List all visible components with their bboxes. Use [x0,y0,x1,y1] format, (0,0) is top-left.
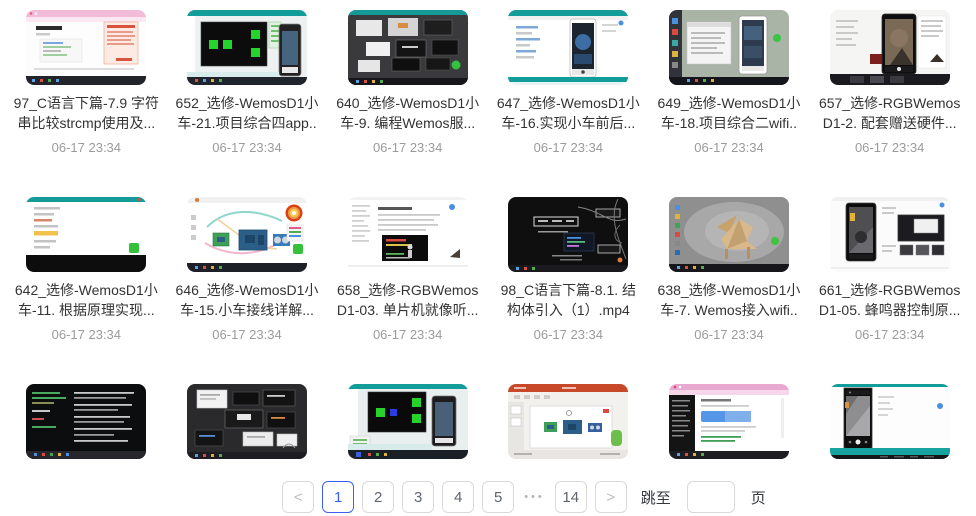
page-button-5[interactable]: 5 [482,481,514,513]
thumbnail-graphic-origami-desktop [669,197,789,272]
jump-page-input[interactable] [687,481,735,513]
video-card: 652_选修-WemosD1小 车-21.项目综合四app.. 06-17 23… [167,10,328,155]
thumbnail-graphic-ide-green-squares [187,10,307,85]
thumbnail-graphic-wiring-diagram [187,197,307,272]
pagination-bar: < 1 2 3 4 5 ••• 14 > 跳至 页 [0,481,976,513]
video-card: 97_C语言下篇-7.9 字符 串比较strcmp使用及... 06-17 23… [6,10,167,155]
video-title[interactable]: 98_C语言下篇-8.1. 结 构体引入（1）.mp4 [489,280,647,320]
video-title[interactable]: 640_选修-WemosD1小 车-9. 编程Wemos服... [329,93,487,133]
video-row-3 [0,384,976,459]
video-card [488,384,649,459]
video-thumbnail[interactable] [669,197,789,272]
video-date: 06-17 23:34 [52,327,121,342]
video-thumbnail[interactable] [348,10,468,85]
video-thumbnail[interactable] [830,384,950,459]
video-card: 657_选修-RGBWemos D1-2. 配套赠送硬件... 06-17 23… [809,10,970,155]
video-date: 06-17 23:34 [694,140,763,155]
thumbnail-graphic-doc-code-panel [348,197,468,272]
page-unit-label: 页 [751,487,766,508]
video-date: 06-17 23:34 [534,327,603,342]
video-date: 06-17 23:34 [373,140,442,155]
thumbnail-graphic-ide-green-blue-squares [348,384,468,459]
video-date: 06-17 23:34 [534,140,603,155]
video-thumbnail[interactable] [348,197,468,272]
video-date: 06-17 23:34 [373,327,442,342]
video-card: 649_选修-WemosD1小 车-18.项目综合二wifi.. 06-17 2… [649,10,810,155]
video-title[interactable]: 646_选修-WemosD1小 车-15.小车接线详解... [168,280,326,320]
video-card: 647_选修-WemosD1小 车-16.实现小车前后... 06-17 23:… [488,10,649,155]
video-title[interactable]: 642_选修-WemosD1小 车-11. 根据原理实现... [7,280,165,320]
video-date: 06-17 23:34 [52,140,121,155]
video-title[interactable]: 647_选修-WemosD1小 车-16.实现小车前后... [489,93,647,133]
video-card: 658_选修-RGBWemos D1-03. 单片机就像听... 06-17 2… [327,197,488,342]
video-thumbnail[interactable] [187,384,307,459]
video-date: 06-17 23:34 [212,327,281,342]
video-thumbnail[interactable] [187,10,307,85]
video-card [649,384,810,459]
thumbnail-graphic-dark-windows [348,10,468,85]
video-card: 661_选修-RGBWemos D1-05. 蜂鸣器控制原... 06-17 2… [809,197,970,342]
video-date: 06-17 23:34 [855,327,924,342]
page-button-4[interactable]: 4 [442,481,474,513]
chevron-left-icon: < [294,489,303,506]
video-card [327,384,488,459]
video-date: 06-17 23:34 [855,140,924,155]
thumbnail-graphic-terminal [26,384,146,459]
thumbnail-graphic-pink-browser-code [669,384,789,459]
prev-page-button[interactable]: < [282,481,314,513]
thumbnail-graphic-powerpoint-slide [508,384,628,459]
thumbnail-graphic-dark-multiwindow [187,384,307,459]
thumbnail-graphic-phone-doc-panel [830,197,950,272]
video-thumbnail[interactable] [669,10,789,85]
thumbnail-graphic-ide-phone [508,10,628,85]
pagination: < 1 2 3 4 5 ••• 14 > 跳至 页 [282,481,766,513]
video-row-2: 642_选修-WemosD1小 车-11. 根据原理实现... 06-17 23… [0,197,976,342]
video-card: 638_选修-WemosD1小 车-7. Wemos接入wifi.. 06-17… [649,197,810,342]
video-thumbnail[interactable] [187,197,307,272]
video-thumbnail[interactable] [348,384,468,459]
video-card [167,384,328,459]
thumbnail-graphic-ide-yellow-line [26,197,146,272]
chevron-right-icon: > [606,489,615,506]
video-thumbnail[interactable] [508,197,628,272]
video-thumbnail[interactable] [508,10,628,85]
thumbnail-graphic-black-mindmap [508,197,628,272]
video-card: 98_C语言下篇-8.1. 结 构体引入（1）.mp4 06-17 23:34 [488,197,649,342]
video-title[interactable]: 658_选修-RGBWemos D1-03. 单片机就像听... [329,280,487,320]
video-thumbnail[interactable] [508,384,628,459]
thumbnail-graphic-phone-camera-ide [830,384,950,459]
video-title[interactable]: 657_选修-RGBWemos D1-2. 配套赠送硬件... [811,93,969,133]
page-button-3[interactable]: 3 [402,481,434,513]
thumbnail-graphic-doc-pink [26,10,146,85]
thumbnail-graphic-phone-photo-doc [830,10,950,85]
video-title[interactable]: 97_C语言下篇-7.9 字符 串比较strcmp使用及... [7,93,165,133]
video-thumbnail[interactable] [26,10,146,85]
video-thumbnail[interactable] [830,10,950,85]
video-title[interactable]: 661_选修-RGBWemos D1-05. 蜂鸣器控制原... [811,280,969,320]
page-button-14[interactable]: 14 [555,481,587,513]
video-thumbnail[interactable] [26,384,146,459]
video-date: 06-17 23:34 [212,140,281,155]
thumbnail-graphic-desktop-phone [669,10,789,85]
video-card: 642_选修-WemosD1小 车-11. 根据原理实现... 06-17 23… [6,197,167,342]
video-date: 06-17 23:34 [694,327,763,342]
video-title[interactable]: 649_选修-WemosD1小 车-18.项目综合二wifi.. [650,93,808,133]
video-thumbnail[interactable] [669,384,789,459]
page-button-1[interactable]: 1 [322,481,354,513]
video-card [6,384,167,459]
jump-to-label: 跳至 [641,487,671,508]
video-thumbnail[interactable] [830,197,950,272]
page-ellipsis[interactable]: ••• [522,491,547,503]
video-thumbnail[interactable] [26,197,146,272]
video-card: 646_选修-WemosD1小 车-15.小车接线详解... 06-17 23:… [167,197,328,342]
video-title[interactable]: 652_选修-WemosD1小 车-21.项目综合四app.. [168,93,326,133]
video-title[interactable]: 638_选修-WemosD1小 车-7. Wemos接入wifi.. [650,280,808,320]
next-page-button[interactable]: > [595,481,627,513]
video-row-1: 97_C语言下篇-7.9 字符 串比较strcmp使用及... 06-17 23… [0,10,976,155]
video-list-page: 97_C语言下篇-7.9 字符 串比较strcmp使用及... 06-17 23… [0,0,976,516]
page-button-2[interactable]: 2 [362,481,394,513]
video-card [809,384,970,459]
video-card: 640_选修-WemosD1小 车-9. 编程Wemos服... 06-17 2… [327,10,488,155]
